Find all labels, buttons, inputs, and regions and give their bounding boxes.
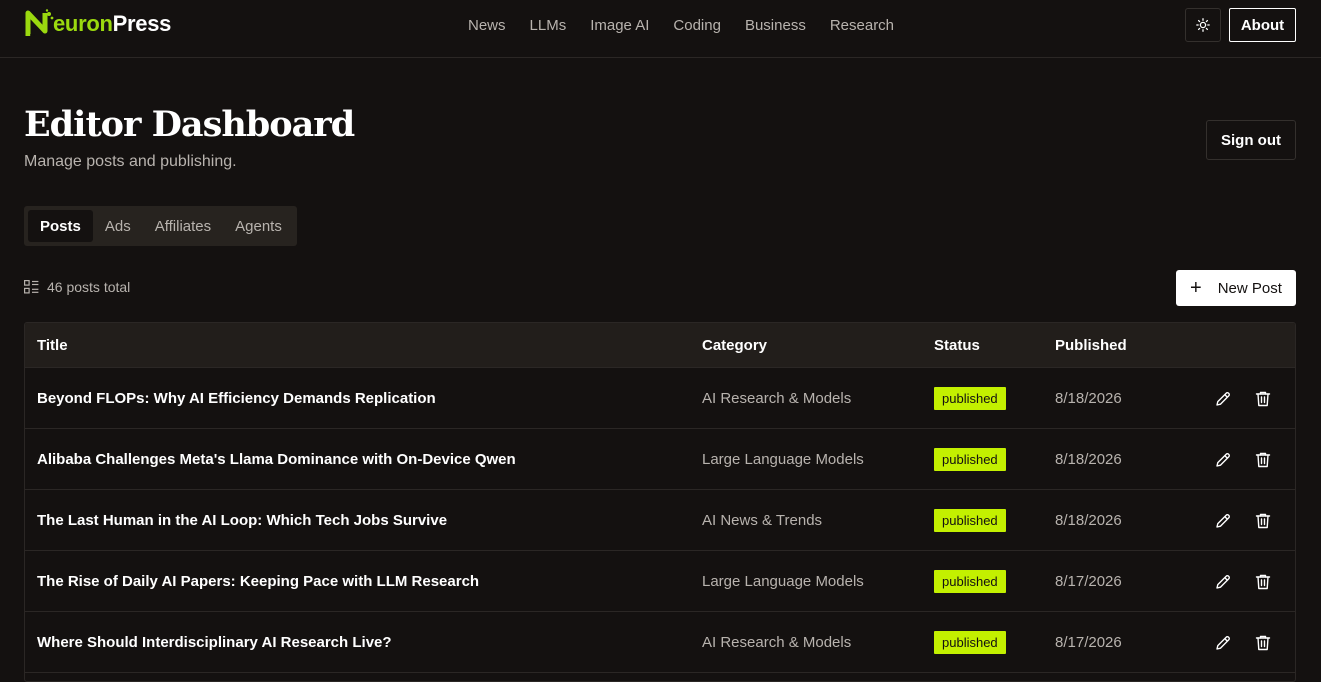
post-published-date: 8/18/2026 — [1055, 512, 1122, 529]
post-category: AI Research & Models — [702, 390, 852, 407]
trash-icon[interactable] — [1253, 572, 1273, 592]
nav-item-coding[interactable]: Coding — [673, 17, 721, 34]
edit-pencil-icon[interactable] — [1213, 450, 1233, 470]
edit-pencil-icon[interactable] — [1213, 572, 1233, 592]
nav-item-image-ai[interactable]: Image AI — [590, 17, 649, 34]
posts-table: Title Category Status Published Beyond F… — [24, 322, 1296, 682]
post-category: Large Language Models — [702, 451, 864, 468]
post-published-date: 8/17/2026 — [1055, 573, 1122, 590]
page-subtitle: Manage posts and publishing. — [24, 153, 237, 170]
posts-count-text: 46 posts total — [47, 279, 131, 295]
top-navbar: euronPress News LLMs Image AI Coding Bus… — [0, 0, 1321, 58]
status-badge: published — [934, 448, 1006, 471]
nav-item-business[interactable]: Business — [745, 17, 806, 34]
list-icon — [24, 280, 39, 294]
dashboard-tabs: Posts Ads Affiliates Agents — [24, 206, 297, 246]
column-status[interactable]: Status — [934, 337, 980, 354]
edit-pencil-icon[interactable] — [1213, 511, 1233, 531]
edit-pencil-icon[interactable] — [1213, 389, 1233, 409]
theme-toggle-button[interactable] — [1185, 8, 1221, 42]
plus-icon: + — [1190, 277, 1202, 299]
main-nav: News LLMs Image AI Coding Business Resea… — [468, 0, 918, 50]
table-row: Alibaba Challenges Meta's Llama Dominanc… — [25, 429, 1295, 490]
post-title[interactable]: The Rise of Daily AI Papers: Keeping Pac… — [37, 573, 479, 590]
table-body: Beyond FLOPs: Why AI Efficiency Demands … — [25, 368, 1295, 673]
tab-affiliates[interactable]: Affiliates — [143, 210, 223, 242]
trash-icon[interactable] — [1253, 633, 1273, 653]
post-title[interactable]: Beyond FLOPs: Why AI Efficiency Demands … — [37, 390, 436, 407]
table-row: Where Should Interdisciplinary AI Resear… — [25, 612, 1295, 673]
post-title[interactable]: Where Should Interdisciplinary AI Resear… — [37, 634, 392, 651]
nav-item-research[interactable]: Research — [830, 17, 894, 34]
about-button[interactable]: About — [1229, 8, 1296, 42]
posts-count: 46 posts total — [24, 279, 130, 295]
column-title[interactable]: Title — [37, 337, 68, 354]
post-title[interactable]: The Last Human in the AI Loop: Which Tec… — [37, 512, 447, 529]
post-category: AI Research & Models — [702, 634, 852, 651]
table-row: Beyond FLOPs: Why AI Efficiency Demands … — [25, 368, 1295, 429]
status-badge: published — [934, 631, 1006, 654]
page-title: Editor Dashboard — [24, 104, 355, 145]
status-badge: published — [934, 387, 1006, 410]
post-category: AI News & Trends — [702, 512, 823, 529]
brand-name: euronPress — [53, 11, 172, 36]
nav-item-llms[interactable]: LLMs — [530, 17, 567, 34]
new-post-button[interactable]: + New Post — [1176, 270, 1296, 306]
post-title[interactable]: Alibaba Challenges Meta's Llama Dominanc… — [37, 451, 516, 468]
sign-out-button[interactable]: Sign out — [1206, 120, 1296, 160]
brand-logo[interactable]: euronPress — [25, 8, 171, 40]
table-row: The Rise of Daily AI Papers: Keeping Pac… — [25, 551, 1295, 612]
nav-item-news[interactable]: News — [468, 17, 506, 34]
tab-posts[interactable]: Posts — [28, 210, 93, 242]
sun-icon — [1196, 18, 1210, 32]
tab-ads[interactable]: Ads — [93, 210, 143, 242]
neuron-logo-icon — [25, 9, 54, 36]
post-published-date: 8/18/2026 — [1055, 451, 1122, 468]
column-category[interactable]: Category — [702, 337, 767, 354]
status-badge: published — [934, 570, 1006, 593]
status-badge: published — [934, 509, 1006, 532]
trash-icon[interactable] — [1253, 450, 1273, 470]
trash-icon[interactable] — [1253, 389, 1273, 409]
post-published-date: 8/18/2026 — [1055, 390, 1122, 407]
table-row: The Last Human in the AI Loop: Which Tec… — [25, 490, 1295, 551]
table-header: Title Category Status Published — [25, 323, 1295, 368]
edit-pencil-icon[interactable] — [1213, 633, 1233, 653]
column-published[interactable]: Published — [1055, 337, 1127, 354]
post-category: Large Language Models — [702, 573, 864, 590]
new-post-label: New Post — [1217, 279, 1282, 297]
post-published-date: 8/17/2026 — [1055, 634, 1122, 651]
tab-agents[interactable]: Agents — [223, 210, 294, 242]
trash-icon[interactable] — [1253, 511, 1273, 531]
